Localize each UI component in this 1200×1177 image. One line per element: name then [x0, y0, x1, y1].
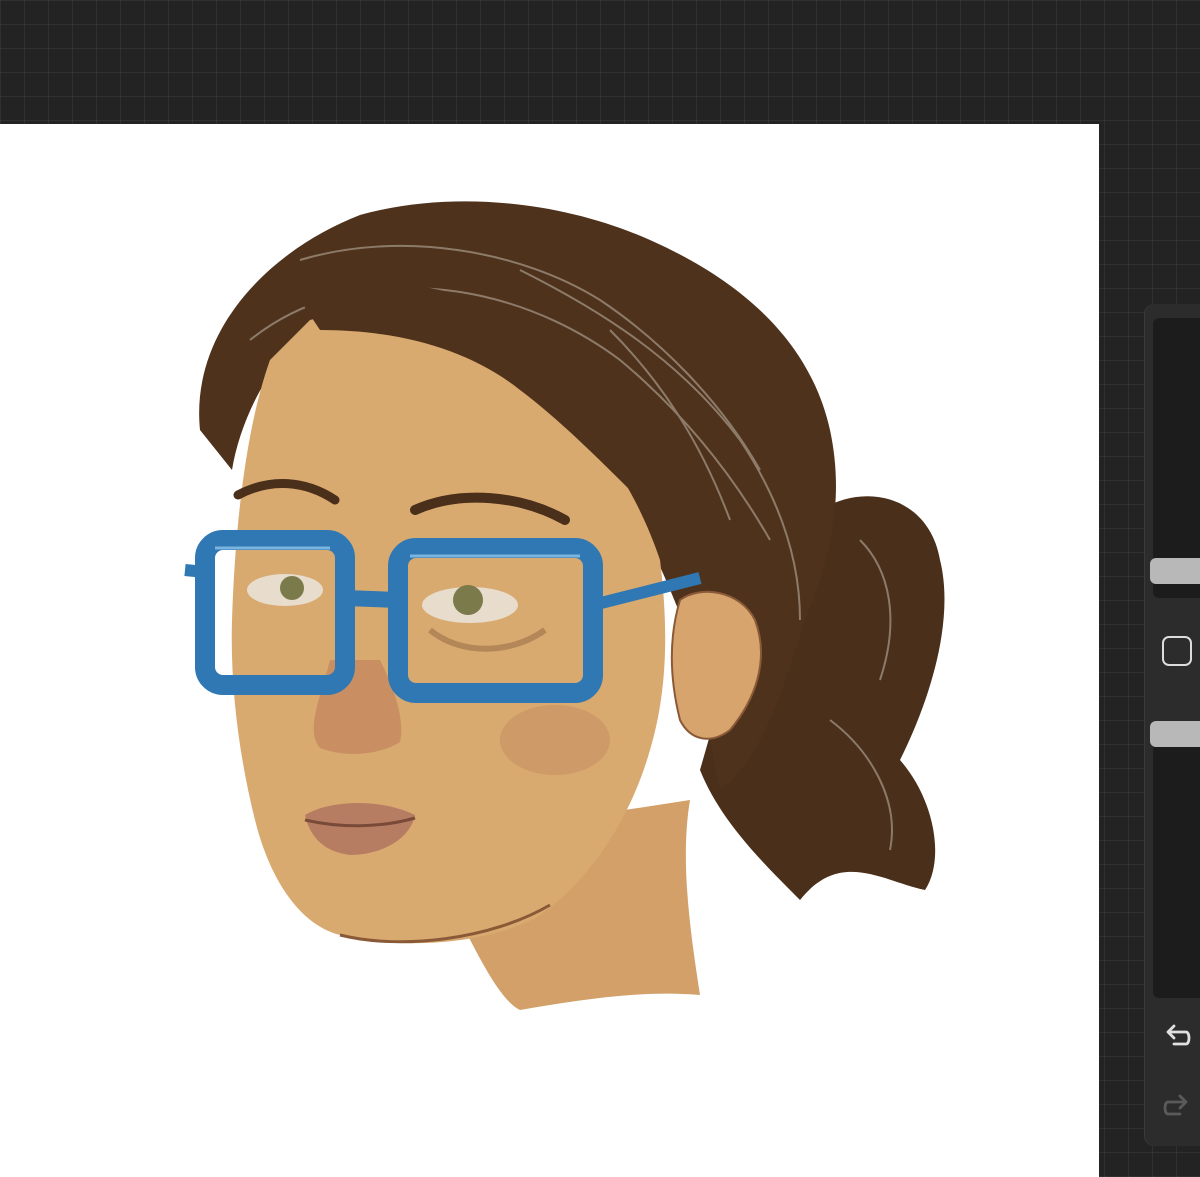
- brush-opacity-slider[interactable]: [1153, 722, 1200, 998]
- brush-size-slider[interactable]: [1153, 318, 1200, 598]
- glasses-left-arm: [184, 564, 206, 578]
- cheek-blush: [500, 705, 610, 775]
- right-iris: [453, 585, 483, 615]
- brush-opacity-handle[interactable]: [1150, 721, 1200, 747]
- undo-arrow-icon[interactable]: [1160, 1020, 1194, 1054]
- left-iris: [280, 576, 304, 600]
- redo-arrow-icon[interactable]: [1160, 1090, 1194, 1124]
- portrait-artwork: [184, 201, 945, 1010]
- glasses-bridge: [344, 590, 399, 608]
- drawing-canvas[interactable]: [0, 124, 1099, 1177]
- brush-size-handle[interactable]: [1150, 558, 1200, 584]
- square-outline-icon[interactable]: [1162, 636, 1192, 666]
